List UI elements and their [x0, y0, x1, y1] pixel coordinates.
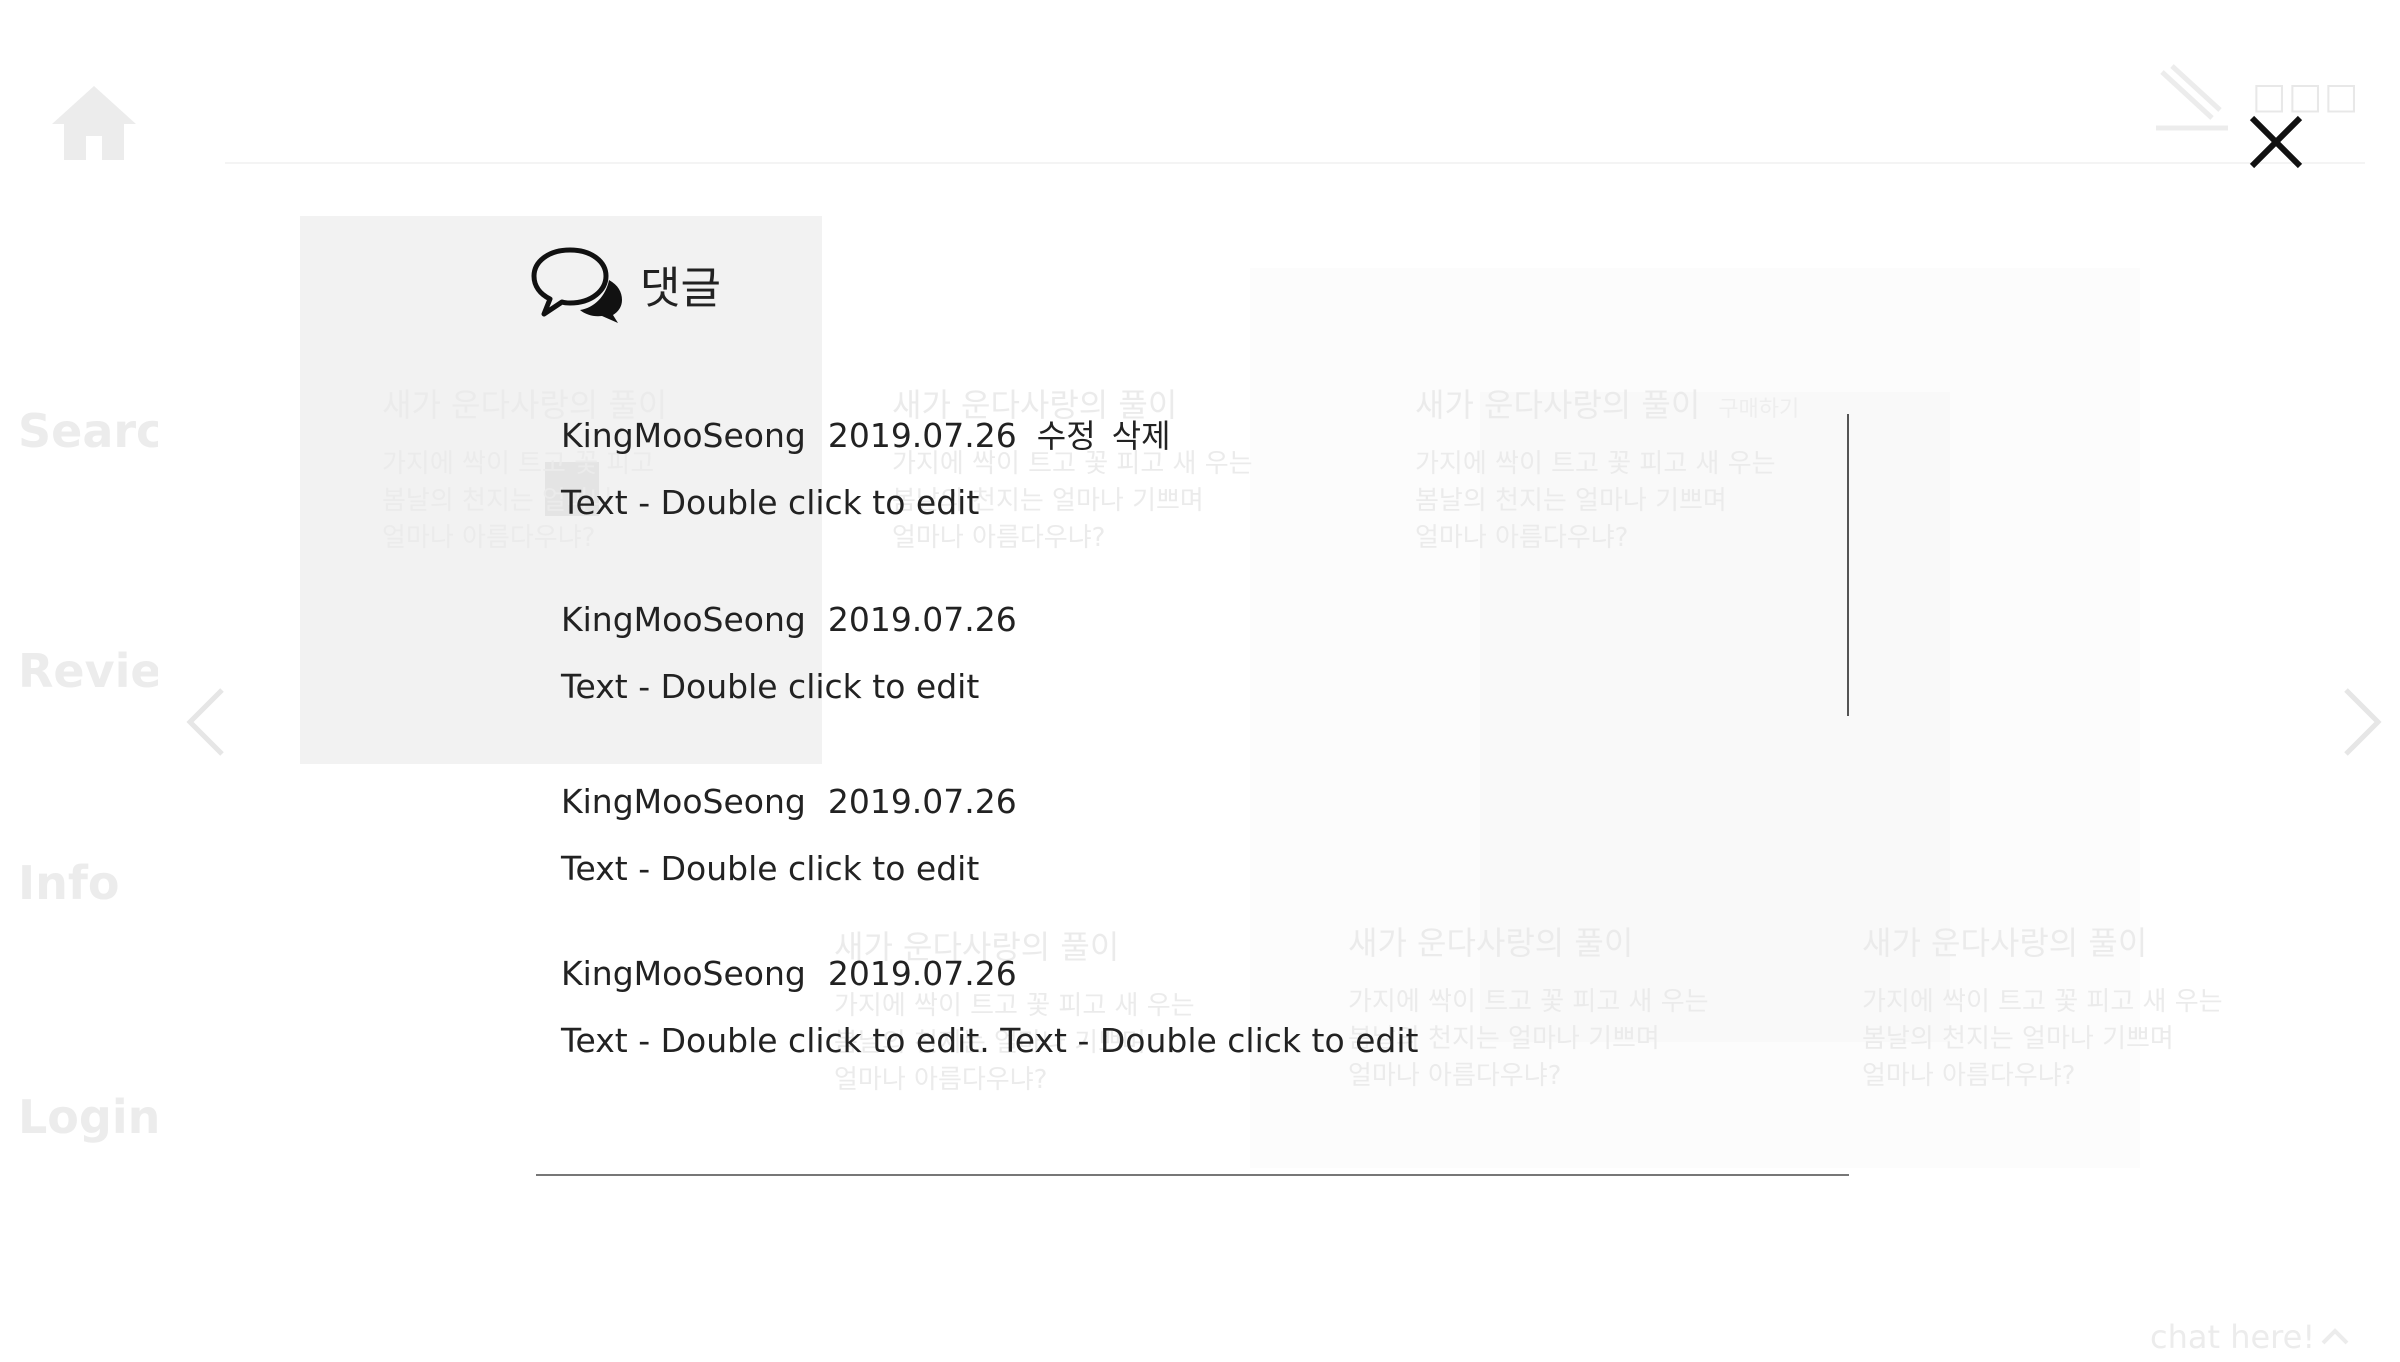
- comment-text[interactable]: Text - Double click to edit: [561, 664, 1017, 710]
- comment-author: KingMooSeong: [561, 782, 806, 821]
- card-line: 얼마나 아름다우냐?: [834, 1065, 1048, 1095]
- card-line: 가지에 싹이 트고 꽃 피고 새 우는: [1862, 987, 2223, 1017]
- comment-author: KingMooSeong: [561, 600, 806, 639]
- comment-date: 2019.07.26: [827, 416, 1017, 455]
- header-divider: [225, 162, 2365, 164]
- comment-item: KingMooSeong 2019.07.26 Text - Double cli…: [561, 780, 1017, 892]
- nav-item-search[interactable]: Searc: [18, 404, 158, 458]
- card-title: 새가 운다사랑의 풀이: [1862, 924, 2148, 962]
- card-line: 얼마나 아름다우냐?: [1862, 1061, 2076, 1091]
- card-line: 가지에 싹이 트고 꽃 피고 새 우는: [1415, 449, 1776, 479]
- nav-item-info[interactable]: Info: [18, 856, 158, 910]
- edit-comment-button[interactable]: 수정: [1037, 414, 1096, 458]
- card[interactable]: 새가 운다사랑의 풀이 가지에 싹이 트고 꽃 피고 새 우는 봄날의 천지는 …: [1862, 918, 2292, 1095]
- nav-item-login[interactable]: Login: [18, 1090, 158, 1144]
- comment-author: KingMooSeong: [561, 416, 806, 455]
- background-page: □□□ Searc Revie Info Login 새가 운다사랑의 풀이 가…: [0, 0, 2400, 1362]
- pencil-icon[interactable]: [2150, 62, 2230, 132]
- card-line: 봄날의 천지는 얼마나 기쁘며: [1415, 486, 1727, 516]
- card-line: 얼마나 아름다우냐?: [1415, 523, 1629, 553]
- comment-modal-header: 댓글: [530, 244, 721, 324]
- nav-item-review[interactable]: Revie: [18, 644, 158, 698]
- comment-date: 2019.07.26: [827, 954, 1017, 993]
- speech-bubbles-icon: [531, 247, 622, 323]
- card-title-text: 새가 운다사랑의 풀이: [1415, 386, 1701, 424]
- comment-list-divider: [536, 1174, 1849, 1176]
- chevron-left-icon[interactable]: [182, 684, 232, 760]
- comment-modal-title: 댓글: [640, 263, 721, 314]
- comment-meta: KingMooSeong 2019.07.26 수정 삭제: [561, 414, 1171, 458]
- scrollbar[interactable]: [1847, 414, 1849, 716]
- comment-text[interactable]: Text - Double click to edit: [561, 846, 1017, 892]
- top-right-label[interactable]: □□□: [2252, 76, 2360, 117]
- comment-meta: KingMooSeong 2019.07.26: [561, 952, 1418, 996]
- card-line: 봄날의 천지는 얼마나 기쁘며: [1862, 1024, 2174, 1054]
- comment-item: KingMooSeong 2019.07.26 수정 삭제 Text - Double…: [561, 414, 1171, 526]
- comment-item: KingMooSeong 2019.07.26 Text - Double cli…: [561, 598, 1017, 710]
- comment-meta: KingMooSeong 2019.07.26: [561, 780, 1017, 824]
- comment-text[interactable]: Text - Double click to edit. Text - Doub…: [561, 1018, 1418, 1064]
- card-title: 새가 운다사랑의 풀이 구매하기: [1415, 380, 1845, 426]
- comment-item: KingMooSeong 2019.07.26 Text - Double cli…: [561, 952, 1418, 1064]
- comment-meta: KingMooSeong 2019.07.26: [561, 598, 1017, 642]
- chevron-right-icon[interactable]: [2336, 684, 2386, 760]
- comment-text[interactable]: Text - Double click to edit: [561, 480, 1171, 526]
- close-icon[interactable]: [2248, 114, 2304, 170]
- comment-author: KingMooSeong: [561, 954, 806, 993]
- home-icon[interactable]: [48, 82, 140, 162]
- delete-comment-button[interactable]: 삭제: [1112, 414, 1171, 458]
- comment-date: 2019.07.26: [827, 782, 1017, 821]
- card[interactable]: 새가 운다사랑의 풀이 구매하기 가지에 싹이 트고 꽃 피고 새 우는 봄날의 …: [1415, 380, 1845, 557]
- chevron-up-icon[interactable]: [2320, 1326, 2350, 1346]
- page: □□□ Searc Revie Info Login 새가 운다사랑의 풀이 가…: [0, 0, 2400, 1362]
- comment-date: 2019.07.26: [827, 600, 1017, 639]
- chat-toggle-label[interactable]: chat here!: [2150, 1318, 2315, 1356]
- buy-link[interactable]: 구매하기: [1718, 397, 1799, 422]
